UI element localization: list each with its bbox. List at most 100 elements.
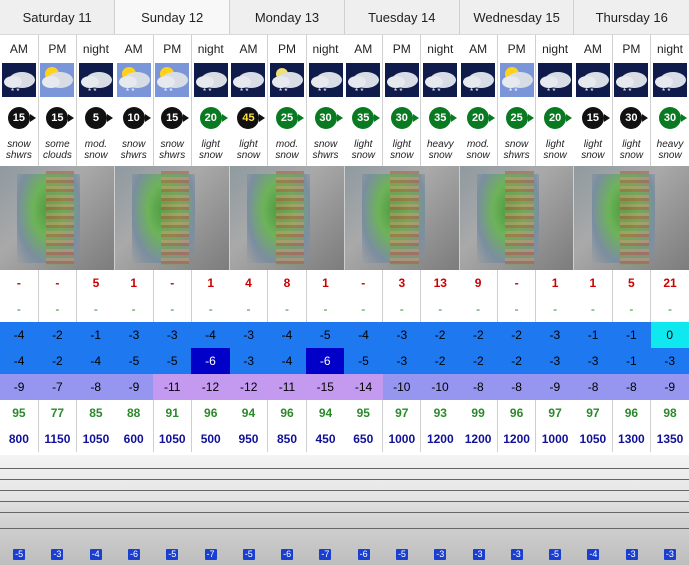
day-header[interactable]: Thursday 16 xyxy=(573,0,689,35)
wind-cell: 25 xyxy=(267,102,307,134)
freezing-level-max-value: -3 xyxy=(166,328,178,342)
freezing-level-min-value: -6 xyxy=(319,354,331,368)
freezing-level-max-cell: -4 xyxy=(191,322,230,348)
forecast-table: Saturday 11 Sunday 12 Monday 13 Tuesday 14 W… xyxy=(0,0,689,452)
weather-icon-cell: * * xyxy=(650,63,689,102)
wind-arrow-icon: 10 xyxy=(122,107,151,129)
freezing-level-max-value: -1 xyxy=(587,328,599,342)
wind-chill-cell: -9 xyxy=(535,374,574,400)
rain-cell: - xyxy=(459,296,497,322)
wind-arrow-icon: 15 xyxy=(46,107,75,129)
wind-chill-cell: -8 xyxy=(76,374,115,400)
wind-speed: 30 xyxy=(663,112,677,124)
wind-chill-value: -11 xyxy=(163,380,181,394)
wind-chill-value: -10 xyxy=(431,380,449,394)
summary-line-1: snow xyxy=(7,139,31,150)
rain-cell: - xyxy=(344,296,382,322)
freezing-level-max-cell: -5 xyxy=(306,322,345,348)
cloud-base-cell: 1050 xyxy=(76,426,115,452)
weather-icon-cell: * * xyxy=(0,63,39,102)
day-label: Monday 13 xyxy=(254,9,320,25)
wind-speed: 20 xyxy=(471,112,485,124)
wind-chill-value: -9 xyxy=(13,380,25,394)
map-image xyxy=(115,166,230,270)
day-header[interactable]: Saturday 11 xyxy=(0,0,115,35)
summary-line-2: snow xyxy=(466,150,490,161)
cloud-base-row: 800 1150 1050 600 1050 500 950 850 450 650 1000 120… xyxy=(0,426,689,452)
temperature-tick: -5 xyxy=(395,549,408,560)
snow-cloud-icon: * * xyxy=(614,63,649,97)
wind-cell: 25 xyxy=(496,102,536,134)
wind-chill-cell: -11 xyxy=(267,374,307,400)
humidity-cell: 99 xyxy=(459,400,497,426)
period-label: AM xyxy=(239,42,258,56)
wind-speed: 30 xyxy=(395,112,408,124)
snow-map[interactable] xyxy=(458,166,574,270)
summary-cell: light snow xyxy=(574,134,612,166)
rain-value: - xyxy=(399,302,404,316)
cloud-base-value: 1050 xyxy=(82,432,110,446)
summary-line-1: light xyxy=(583,139,603,150)
snow-map[interactable] xyxy=(114,166,230,270)
summary-line-1: light xyxy=(392,139,411,150)
summary-line-2: snow xyxy=(543,150,567,161)
freezing-level-min-cell: -3 xyxy=(573,348,613,374)
snow-map[interactable] xyxy=(229,166,345,270)
wind-cell: 30 xyxy=(650,102,689,134)
freezing-level-max-row: -4 -2 -1 -3 -3 -4 -3 -4 -5 -4 -3 -2 -2 -2 -3 -1 -1 0 xyxy=(0,322,689,348)
wind-arrow-icon: 30 xyxy=(390,107,419,129)
map-image xyxy=(0,166,115,270)
snow-map[interactable] xyxy=(0,166,115,270)
wind-chill-cell: -9 xyxy=(650,374,689,400)
period-label: night xyxy=(312,42,339,56)
wind-chill-cell: -11 xyxy=(153,374,192,400)
wind-arrow-icon: 15 xyxy=(581,107,610,129)
wind-chill-cell: -10 xyxy=(382,374,421,400)
humidity-value: 88 xyxy=(127,406,141,420)
tick-slot: -3 xyxy=(651,544,689,562)
wind-chill-value: -14 xyxy=(354,380,373,394)
day-header[interactable]: Sunday 12 xyxy=(114,0,230,35)
summary-line-2: shwrs xyxy=(503,150,530,161)
tick-slot: -3 xyxy=(459,544,497,562)
summary-cell: light snow xyxy=(344,134,382,166)
day-header[interactable]: Monday 13 xyxy=(229,0,345,35)
svg-text:* *: * * xyxy=(432,87,440,96)
freezing-level-max-cell: -2 xyxy=(497,322,536,348)
snow-value: - xyxy=(16,276,21,290)
rain-cell: - xyxy=(37,296,77,322)
period-label: PM xyxy=(507,42,526,56)
day-header[interactable]: Tuesday 14 xyxy=(343,0,460,35)
wind-speed: 20 xyxy=(204,112,217,124)
snow-cloud-icon: * * xyxy=(653,63,687,97)
wind-arrow-icon: 15 xyxy=(7,107,36,129)
snow-map[interactable] xyxy=(343,166,460,270)
snow-cell: - xyxy=(0,270,38,296)
wind-arrow-icon: 35 xyxy=(429,107,458,129)
day-header[interactable]: Wednesday 15 xyxy=(458,0,574,35)
rain-cell: - xyxy=(152,296,192,322)
period-label-cell: AM xyxy=(229,34,268,63)
period-label-cell: night xyxy=(76,34,115,63)
freezing-level-max-cell: -4 xyxy=(0,322,39,348)
wind-speed: 15 xyxy=(166,112,179,124)
period-label-cell: PM xyxy=(382,34,421,63)
day-label: Tuesday 14 xyxy=(368,9,436,25)
freezing-level-max-value: -4 xyxy=(13,328,25,342)
freezing-level-min-cell: -3 xyxy=(229,348,268,374)
humidity-cell: 96 xyxy=(190,400,230,426)
rain-value: - xyxy=(629,302,634,316)
wind-speed: 10 xyxy=(127,112,140,124)
period-label-cell: night xyxy=(650,34,689,63)
summary-line-1: heavy xyxy=(426,139,454,150)
rain-cell: - xyxy=(574,296,612,322)
humidity-cell: 96 xyxy=(267,400,307,426)
snow-map[interactable] xyxy=(573,166,689,270)
cloud-base-cell: 1300 xyxy=(611,426,651,452)
cloud-base-cell: 1200 xyxy=(420,426,460,452)
moon-snow-cloud-icon: * * xyxy=(269,63,304,97)
freezing-level-min-value: -2 xyxy=(434,354,446,368)
rain-cell: - xyxy=(76,296,115,322)
snow-cell: - xyxy=(37,270,77,296)
snow-cloud-icon: * * xyxy=(423,63,458,97)
